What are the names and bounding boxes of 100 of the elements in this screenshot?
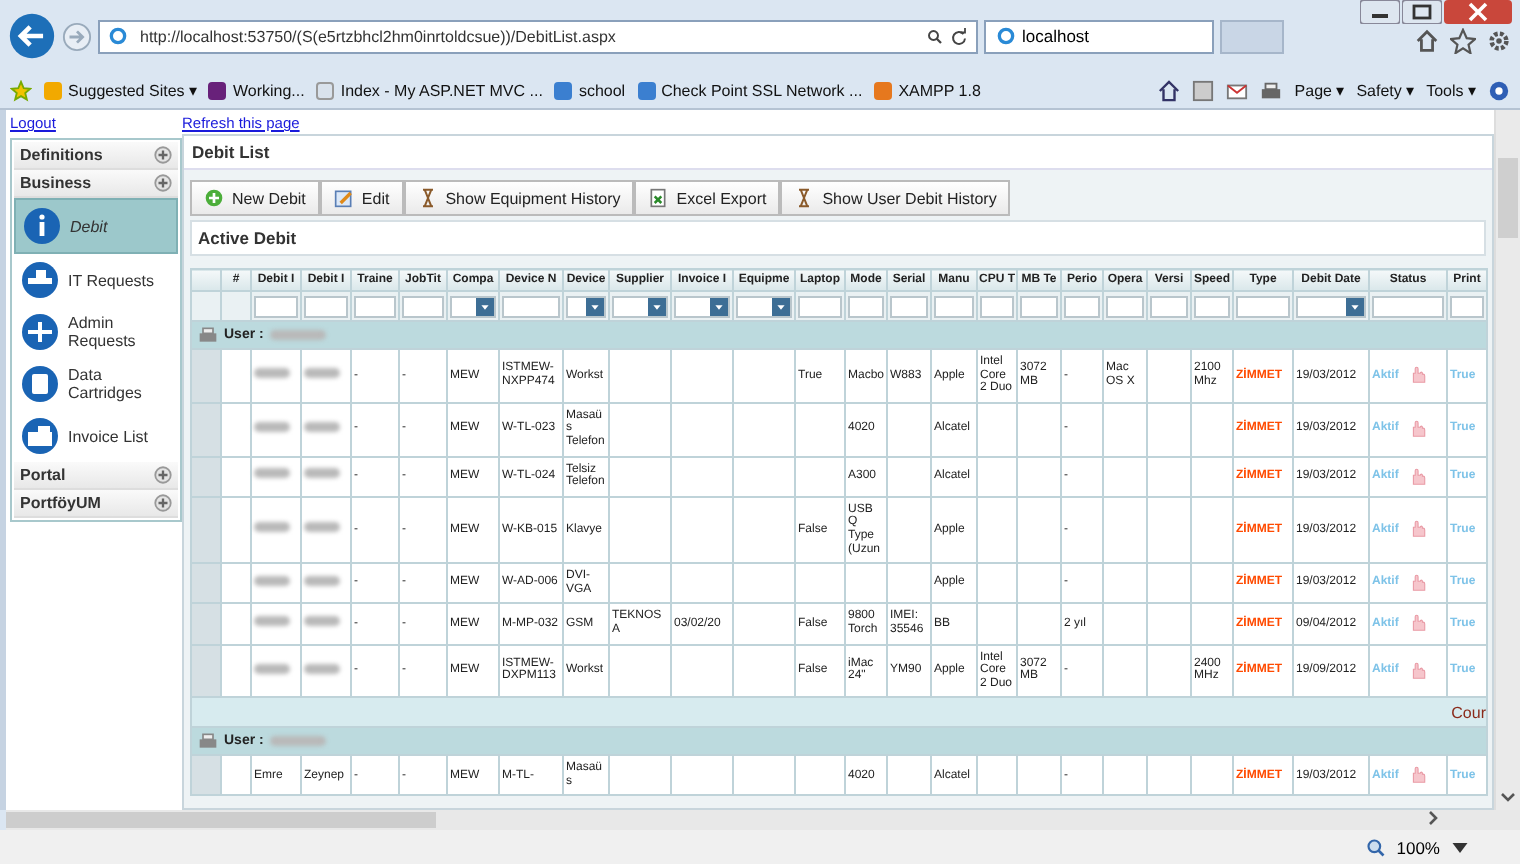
favorite-link[interactable]: Working... bbox=[208, 81, 305, 99]
expand-icon[interactable] bbox=[154, 494, 172, 512]
horizontal-scrollbar[interactable] bbox=[6, 810, 1520, 830]
favorite-link[interactable]: Suggested Sites ▾ bbox=[44, 81, 197, 99]
command-menu[interactable]: Safety ▾ bbox=[1356, 81, 1415, 99]
scrollbar-thumb[interactable] bbox=[1498, 158, 1518, 238]
filter-field[interactable] bbox=[1106, 295, 1144, 317]
help-icon[interactable] bbox=[1488, 79, 1510, 101]
filter-dropdown[interactable] bbox=[674, 295, 730, 317]
dropdown-icon[interactable] bbox=[1346, 297, 1364, 315]
filter-field[interactable] bbox=[1236, 295, 1290, 317]
scrollbar-thumb[interactable] bbox=[6, 812, 436, 828]
filter-field[interactable] bbox=[1064, 295, 1100, 317]
filter-field[interactable] bbox=[848, 295, 884, 317]
filter-dropdown[interactable] bbox=[450, 295, 496, 317]
favorite-link[interactable]: XAMPP 1.8 bbox=[874, 81, 981, 99]
section-label: Portal bbox=[20, 466, 66, 484]
vertical-scrollbar[interactable] bbox=[1494, 110, 1520, 810]
filter-dropdown[interactable] bbox=[736, 295, 792, 317]
sidebar-header[interactable]: Business bbox=[14, 170, 178, 198]
expand-icon[interactable] bbox=[154, 466, 172, 484]
sidebar-header[interactable]: PortföyUM bbox=[14, 490, 178, 518]
dropdown-icon[interactable] bbox=[1450, 837, 1470, 857]
filter-field[interactable] bbox=[1020, 295, 1058, 317]
back-icon[interactable] bbox=[8, 12, 56, 60]
dropdown-icon[interactable] bbox=[648, 297, 666, 315]
blurred-text bbox=[304, 468, 340, 479]
favorites-star-icon[interactable] bbox=[10, 79, 32, 101]
address-field[interactable]: http://localhost:53750/(S(e5rtzbhcl2hm0inrtoldcsue))/DebitList.aspx bbox=[98, 19, 978, 53]
blurred-text bbox=[254, 421, 290, 432]
minimize-icon[interactable] bbox=[1360, 0, 1400, 24]
dropdown-icon[interactable] bbox=[710, 297, 728, 315]
filter-field[interactable] bbox=[304, 295, 348, 317]
dropdown-icon[interactable] bbox=[586, 297, 604, 315]
zoom-icon[interactable] bbox=[1366, 837, 1387, 857]
filter-field[interactable] bbox=[254, 295, 298, 317]
toolbar-button[interactable]: Show Equipment History bbox=[403, 180, 635, 216]
favorite-link[interactable]: school bbox=[554, 81, 626, 99]
menu-item-icon bbox=[20, 312, 60, 352]
hand-icon[interactable] bbox=[1408, 614, 1427, 633]
forward-icon[interactable] bbox=[62, 21, 92, 51]
sidebar-item[interactable]: Invoice List bbox=[14, 410, 178, 462]
hand-icon[interactable] bbox=[1408, 766, 1427, 785]
dropdown-icon[interactable] bbox=[772, 297, 790, 315]
search-icon[interactable] bbox=[926, 27, 944, 45]
hand-icon[interactable] bbox=[1408, 661, 1427, 680]
home-icon[interactable] bbox=[1158, 79, 1181, 101]
settings-icon[interactable] bbox=[1486, 28, 1512, 54]
close-icon[interactable] bbox=[1444, 0, 1512, 24]
expand-icon[interactable] bbox=[154, 146, 172, 164]
refresh-icon[interactable] bbox=[950, 27, 968, 45]
hand-icon[interactable] bbox=[1408, 574, 1427, 593]
command-menu[interactable]: Tools ▾ bbox=[1426, 81, 1476, 99]
filter-field[interactable] bbox=[1372, 295, 1444, 317]
filter-dropdown[interactable] bbox=[1296, 295, 1366, 317]
expand-icon[interactable] bbox=[154, 174, 172, 192]
toolbar-button[interactable]: Show User Debit History bbox=[780, 180, 1011, 216]
blurred-text bbox=[269, 330, 326, 340]
filter-field[interactable] bbox=[1150, 295, 1188, 317]
toolbar-button[interactable]: Edit bbox=[319, 180, 404, 216]
star-icon[interactable] bbox=[1450, 28, 1476, 54]
printer-icon[interactable] bbox=[1260, 79, 1283, 101]
filter-field[interactable] bbox=[502, 295, 560, 317]
zoom-level[interactable]: 100% bbox=[1396, 837, 1440, 857]
toolbar-button[interactable]: New Debit bbox=[190, 180, 320, 216]
favorite-link[interactable]: Check Point SSL Network ... bbox=[637, 81, 863, 99]
home-icon[interactable] bbox=[1414, 28, 1440, 54]
filter-dropdown[interactable] bbox=[612, 295, 668, 317]
toolbar-button[interactable]: Excel Export bbox=[634, 180, 781, 216]
scroll-right-icon[interactable] bbox=[1428, 810, 1440, 826]
blurred-text bbox=[254, 616, 290, 627]
sidebar-item[interactable]: Debit bbox=[14, 198, 178, 254]
scroll-down-icon[interactable] bbox=[1500, 792, 1516, 804]
sidebar-item[interactable]: IT Requests bbox=[14, 254, 178, 306]
filter-field[interactable] bbox=[890, 295, 928, 317]
filter-field[interactable] bbox=[1450, 295, 1484, 317]
favorite-link[interactable]: Index - My ASP.NET MVC ... bbox=[316, 81, 543, 99]
maximize-icon[interactable] bbox=[1402, 0, 1442, 24]
sidebar-header[interactable]: Definitions bbox=[14, 142, 178, 170]
filter-field[interactable] bbox=[354, 295, 396, 317]
command-menu[interactable]: Page ▾ bbox=[1294, 81, 1345, 99]
hand-icon[interactable] bbox=[1408, 366, 1427, 385]
blurred-text bbox=[304, 616, 340, 627]
hand-icon[interactable] bbox=[1408, 467, 1427, 486]
sidebar-header[interactable]: Portal bbox=[14, 462, 178, 490]
filter-dropdown[interactable] bbox=[566, 295, 606, 317]
filter-field[interactable] bbox=[798, 295, 842, 317]
filter-field[interactable] bbox=[934, 295, 974, 317]
filter-field[interactable] bbox=[980, 295, 1014, 317]
filter-field[interactable] bbox=[402, 295, 444, 317]
sidebar-item[interactable]: Admin Requests bbox=[14, 306, 178, 358]
blurred-text bbox=[304, 522, 340, 533]
sidebar-item[interactable]: Data Cartridges bbox=[14, 358, 178, 410]
add-icon bbox=[204, 188, 224, 208]
hand-icon[interactable] bbox=[1408, 520, 1427, 539]
browser-tab[interactable]: localhost bbox=[984, 19, 1214, 53]
filter-field[interactable] bbox=[1194, 295, 1230, 317]
hand-icon[interactable] bbox=[1408, 420, 1427, 439]
mail-icon[interactable] bbox=[1226, 79, 1249, 101]
dropdown-icon[interactable] bbox=[476, 297, 494, 315]
